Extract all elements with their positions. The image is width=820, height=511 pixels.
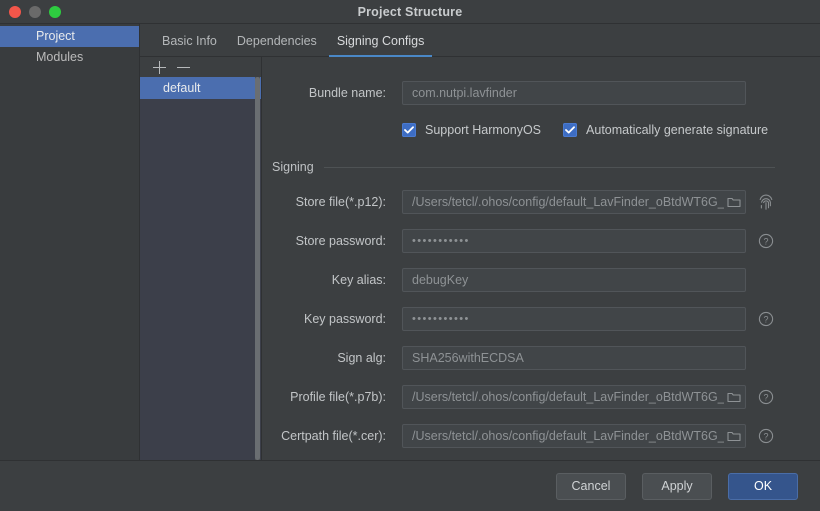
title-bar: Project Structure xyxy=(0,0,820,24)
project-structure-dialog: Project Structure Project Modules Basic … xyxy=(0,0,820,511)
certpath-file-label: Certpath file(*.cer): xyxy=(272,429,402,443)
dialog-body: Project Modules Basic Info Dependencies … xyxy=(0,24,820,461)
certpath-file-help[interactable]: ? xyxy=(746,428,786,444)
help-icon: ? xyxy=(758,389,774,405)
support-harmonyos-checkbox[interactable]: Support HarmonyOS xyxy=(402,123,541,137)
bundle-name-value: com.nutpi.lavfinder xyxy=(412,86,741,100)
store-file-value: /Users/tetcl/.ohos/config/default_LavFin… xyxy=(412,195,724,209)
sign-alg-input[interactable]: SHA256withECDSA xyxy=(402,346,746,370)
section-divider xyxy=(324,167,775,168)
store-file-input[interactable]: /Users/tetcl/.ohos/config/default_LavFin… xyxy=(402,190,746,214)
sign-alg-label: Sign alg: xyxy=(272,351,402,365)
sidebar: Project Modules xyxy=(0,24,140,460)
button-label: OK xyxy=(754,479,772,493)
tab-basic-info[interactable]: Basic Info xyxy=(152,34,227,56)
store-password-input[interactable]: ••••••••••• xyxy=(402,229,746,253)
help-icon: ? xyxy=(758,233,774,249)
sidebar-item-label: Modules xyxy=(36,50,83,64)
list-scrollbar[interactable] xyxy=(255,77,260,460)
svg-text:?: ? xyxy=(763,431,768,441)
signing-config-form: Bundle name: com.nutpi.lavfinder xyxy=(262,57,820,460)
sidebar-item-label: Project xyxy=(36,29,75,43)
sign-alg-row: Sign alg: SHA256withECDSA xyxy=(262,338,820,377)
checkbox-box[interactable] xyxy=(563,123,577,137)
certpath-file-row: Certpath file(*.cer): /Users/tetcl/.ohos… xyxy=(262,416,820,455)
sign-alg-value: SHA256withECDSA xyxy=(412,351,741,365)
tab-content: default Bundle name: com.nutpi.lavfinder xyxy=(140,57,820,460)
tab-label: Basic Info xyxy=(162,34,217,48)
profile-file-label: Profile file(*.p7b): xyxy=(272,390,402,404)
dialog-footer: Cancel Apply OK xyxy=(0,461,820,511)
check-icon xyxy=(565,126,575,134)
signing-configs-list-panel: default xyxy=(140,57,262,460)
key-password-row: Key password: ••••••••••• ? xyxy=(262,299,820,338)
checkbox-row: Support HarmonyOS Automatically generate… xyxy=(262,112,820,148)
svg-text:?: ? xyxy=(763,392,768,402)
folder-browse-icon[interactable] xyxy=(727,196,741,208)
add-config-button[interactable] xyxy=(153,61,166,74)
fingerprint-hint[interactable] xyxy=(746,193,786,211)
key-alias-input[interactable]: debugKey xyxy=(402,268,746,292)
tab-label: Signing Configs xyxy=(337,34,425,48)
certpath-file-value: /Users/tetcl/.ohos/config/default_LavFin… xyxy=(412,429,724,443)
apply-button[interactable]: Apply xyxy=(642,473,712,500)
checkbox-label: Automatically generate signature xyxy=(586,123,768,137)
profile-file-help[interactable]: ? xyxy=(746,389,786,405)
button-label: Cancel xyxy=(572,479,611,493)
button-label: Apply xyxy=(661,479,692,493)
section-title: Signing xyxy=(272,160,324,174)
folder-browse-icon[interactable] xyxy=(727,430,741,442)
list-toolbar xyxy=(140,57,261,77)
check-icon xyxy=(404,126,414,134)
profile-file-row: Profile file(*.p7b): /Users/tetcl/.ohos/… xyxy=(262,377,820,416)
key-alias-label: Key alias: xyxy=(272,273,402,287)
checkbox-box[interactable] xyxy=(402,123,416,137)
list-item[interactable]: default xyxy=(140,77,261,99)
svg-text:?: ? xyxy=(763,314,768,324)
sidebar-item-project[interactable]: Project xyxy=(0,26,139,47)
key-alias-value: debugKey xyxy=(412,273,741,287)
ok-button[interactable]: OK xyxy=(728,473,798,500)
list-item-label: default xyxy=(163,81,201,95)
sidebar-item-modules[interactable]: Modules xyxy=(0,47,139,68)
store-password-value: ••••••••••• xyxy=(412,235,741,247)
tab-label: Dependencies xyxy=(237,34,317,48)
bundle-name-row: Bundle name: com.nutpi.lavfinder xyxy=(262,73,820,112)
certpath-file-input[interactable]: /Users/tetcl/.ohos/config/default_LavFin… xyxy=(402,424,746,448)
store-password-row: Store password: ••••••••••• ? xyxy=(262,221,820,260)
signing-section-header: Signing xyxy=(262,152,820,182)
profile-file-input[interactable]: /Users/tetcl/.ohos/config/default_LavFin… xyxy=(402,385,746,409)
svg-text:?: ? xyxy=(763,236,768,246)
help-icon: ? xyxy=(758,428,774,444)
list-scrollbar-thumb[interactable] xyxy=(255,77,260,460)
checkbox-label: Support HarmonyOS xyxy=(425,123,541,137)
tab-bar: Basic Info Dependencies Signing Configs xyxy=(140,24,820,57)
auto-generate-signature-checkbox[interactable]: Automatically generate signature xyxy=(563,123,768,137)
help-icon: ? xyxy=(758,311,774,327)
key-alias-row: Key alias: debugKey xyxy=(262,260,820,299)
key-password-help[interactable]: ? xyxy=(746,311,786,327)
window-title: Project Structure xyxy=(0,5,820,19)
key-password-value: ••••••••••• xyxy=(412,313,741,325)
tab-signing-configs[interactable]: Signing Configs xyxy=(327,34,435,56)
signing-configs-list: default xyxy=(140,77,261,460)
right-pane: Basic Info Dependencies Signing Configs xyxy=(140,24,820,460)
store-file-label: Store file(*.p12): xyxy=(272,195,402,209)
profile-file-value: /Users/tetcl/.ohos/config/default_LavFin… xyxy=(412,390,724,404)
store-password-label: Store password: xyxy=(272,234,402,248)
cancel-button[interactable]: Cancel xyxy=(556,473,626,500)
key-password-input[interactable]: ••••••••••• xyxy=(402,307,746,331)
tab-dependencies[interactable]: Dependencies xyxy=(227,34,327,56)
bundle-name-input[interactable]: com.nutpi.lavfinder xyxy=(402,81,746,105)
fingerprint-icon xyxy=(758,193,774,211)
store-password-help[interactable]: ? xyxy=(746,233,786,249)
bundle-name-label: Bundle name: xyxy=(272,86,402,100)
store-file-row: Store file(*.p12): /Users/tetcl/.ohos/co… xyxy=(262,182,820,221)
remove-config-button[interactable] xyxy=(177,61,190,74)
folder-browse-icon[interactable] xyxy=(727,391,741,403)
key-password-label: Key password: xyxy=(272,312,402,326)
